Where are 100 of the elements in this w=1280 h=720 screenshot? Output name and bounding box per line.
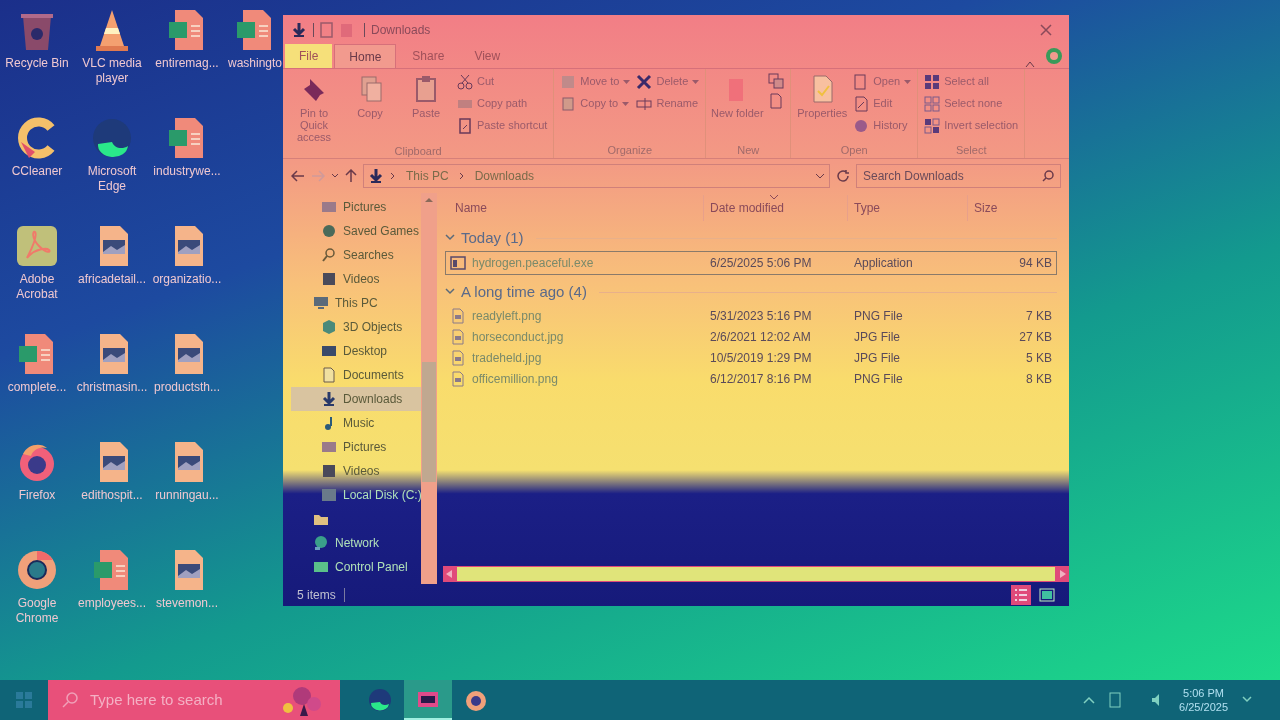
desktop-icon[interactable]: VLC media player	[75, 6, 149, 86]
group-header[interactable]: Today (1)	[461, 226, 524, 250]
ribbon-button[interactable]: Properties	[795, 69, 850, 142]
nav-item[interactable]: Documents	[291, 363, 421, 387]
column-header[interactable]: Date modified	[703, 195, 847, 221]
download-arrow-icon[interactable]	[291, 22, 307, 38]
chevron-down-icon[interactable]	[331, 173, 339, 179]
ribbon-button[interactable]: Invert selection	[922, 115, 1021, 136]
desktop-icon[interactable]: stevemon...	[150, 546, 224, 611]
desktop-icon[interactable]: Firefox	[0, 438, 74, 503]
ribbon-button[interactable]: Move to	[558, 71, 633, 92]
network-icon[interactable]	[1109, 692, 1122, 708]
desktop-icon[interactable]: edithospit...	[75, 438, 149, 503]
desktop-icon[interactable]: complete...	[0, 330, 74, 395]
breadcrumb-item[interactable]: Downloads	[470, 167, 539, 185]
desktop-icon[interactable]: Google Chrome	[0, 546, 74, 626]
desktop-icon[interactable]: christmasin...	[75, 330, 149, 395]
file-row[interactable]: tradeheld.jpg 10/5/2019 1:29 PM JPG File 5 KB	[445, 347, 1057, 368]
scrollbar[interactable]	[443, 566, 1069, 582]
scroll-thumb[interactable]	[457, 567, 1055, 581]
nav-item[interactable]: Control Panel	[291, 555, 421, 579]
nav-item[interactable]: This PC	[291, 291, 421, 315]
tiles-view-icon[interactable]	[1039, 588, 1055, 602]
ribbon-button[interactable]: Copy	[343, 69, 397, 143]
clock[interactable]: 5:06 PM 6/25/2025	[1179, 686, 1228, 714]
scroll-thumb[interactable]	[422, 362, 436, 482]
chevron-down-icon	[815, 173, 825, 179]
desktop-icon[interactable]: entiremag...	[150, 6, 224, 71]
file-row[interactable]: officemillion.png 6/12/2017 8:16 PM PNG File 8 KB	[445, 368, 1057, 389]
nav-item[interactable]: Network	[291, 531, 421, 555]
ribbon-button[interactable]: Rename	[634, 93, 702, 114]
pictures-icon	[321, 199, 337, 215]
desktop-icon[interactable]: organizatio...	[150, 222, 224, 287]
nav-item[interactable]: Pictures	[291, 435, 421, 459]
ribbon-button[interactable]: Cut	[455, 71, 550, 92]
rename-icon	[636, 95, 653, 112]
notification-icon[interactable]	[1242, 696, 1252, 704]
collapse-icon[interactable]	[1025, 60, 1035, 68]
chevron-up-icon[interactable]	[1083, 696, 1096, 704]
desktop-icon[interactable]: Adobe Acrobat	[0, 222, 74, 302]
file-row[interactable]: readyleft.png 5/31/2023 5:16 PM PNG File 7 KB	[445, 305, 1057, 326]
ribbon-button[interactable]: Select none	[922, 93, 1021, 114]
ribbon-icon-button[interactable]	[766, 73, 787, 89]
move-icon	[560, 73, 577, 90]
desktop-icon[interactable]: africadetail...	[75, 222, 149, 287]
desktop-icon[interactable]: Recycle Bin	[0, 6, 74, 71]
desktop-icon[interactable]: runningau...	[150, 438, 224, 503]
copy-to-icon	[560, 95, 577, 112]
file-name: readyleft.png	[472, 307, 542, 325]
ribbon-button[interactable]: Paste	[399, 69, 453, 143]
chevron-down-icon[interactable]	[445, 288, 455, 296]
column-header[interactable]: Name	[445, 195, 703, 221]
delete-icon	[636, 73, 653, 90]
nav-item[interactable]: Searches	[291, 243, 421, 267]
ribbon-tab[interactable]: File	[285, 44, 333, 68]
ribbon-tab[interactable]: View	[460, 44, 515, 68]
back-arrow-icon[interactable]	[291, 170, 305, 182]
ribbon-button[interactable]: Copy path	[455, 93, 550, 114]
nav-item[interactable]: Saved Games	[291, 219, 421, 243]
nav-item[interactable]: Pictures	[291, 195, 421, 219]
file-row[interactable]: hydrogen.peaceful.exe 6/25/2025 5:06 PM Application 94 KB	[445, 251, 1057, 275]
scrollbar[interactable]	[421, 193, 437, 584]
details-view-icon[interactable]	[1011, 585, 1031, 605]
desktop-icon[interactable]: employees...	[75, 546, 149, 611]
up-arrow-icon[interactable]	[345, 169, 357, 183]
refresh-icon[interactable]	[836, 169, 850, 183]
nav-item[interactable]: Music	[291, 411, 421, 435]
column-header[interactable]: Type	[847, 195, 967, 221]
application-icon	[450, 255, 466, 271]
ribbon-button[interactable]: History	[851, 115, 914, 136]
nav-item[interactable]: 3D Objects	[291, 315, 421, 339]
ribbon-tab[interactable]: Home	[334, 44, 397, 68]
ribbon-button[interactable]: Open	[851, 71, 914, 92]
ribbon-button[interactable]: Select all	[922, 71, 1021, 92]
taskbar-app[interactable]	[404, 680, 452, 720]
desktop-icon[interactable]: Microsoft Edge	[75, 114, 149, 194]
nav-item[interactable]: Desktop	[291, 339, 421, 363]
file-row[interactable]: horseconduct.jpg 2/6/2021 12:02 AM JPG File 27 KB	[445, 326, 1057, 347]
ribbon-tab[interactable]: Share	[398, 44, 459, 68]
desktop-icon[interactable]: industrywe...	[150, 114, 224, 179]
breadcrumb-item[interactable]: This PC	[402, 167, 453, 185]
chevron-down-icon[interactable]	[445, 234, 455, 242]
ribbon-button[interactable]: Copy to	[558, 93, 633, 114]
desktop-icon[interactable]: washingto	[227, 6, 283, 71]
ribbon-button[interactable]: New folder	[710, 69, 765, 142]
nav-item[interactable]: Videos	[291, 267, 421, 291]
desktop-icon[interactable]: CCleaner	[0, 114, 74, 179]
address-bar[interactable]: This PC Downloads	[363, 164, 830, 188]
search-field[interactable]: Search Downloads	[856, 164, 1061, 188]
ribbon-button[interactable]: Delete	[634, 71, 702, 92]
taskbar-search[interactable]: Type here to search	[48, 680, 340, 720]
ribbon-button[interactable]: Edit	[851, 93, 914, 114]
ribbon-button[interactable]: Paste shortcut	[455, 115, 550, 136]
group-header[interactable]: A long time ago (4)	[461, 280, 587, 304]
nav-item[interactable]: Local Disk (C:)	[291, 483, 421, 507]
desktop-icon[interactable]: productsth...	[150, 330, 224, 395]
nav-item[interactable]: Videos	[291, 459, 421, 483]
nav-item[interactable]: Downloads	[291, 387, 421, 411]
ribbon-button[interactable]: Pin to Quick access	[287, 69, 341, 143]
column-header[interactable]: Size	[967, 195, 1057, 221]
